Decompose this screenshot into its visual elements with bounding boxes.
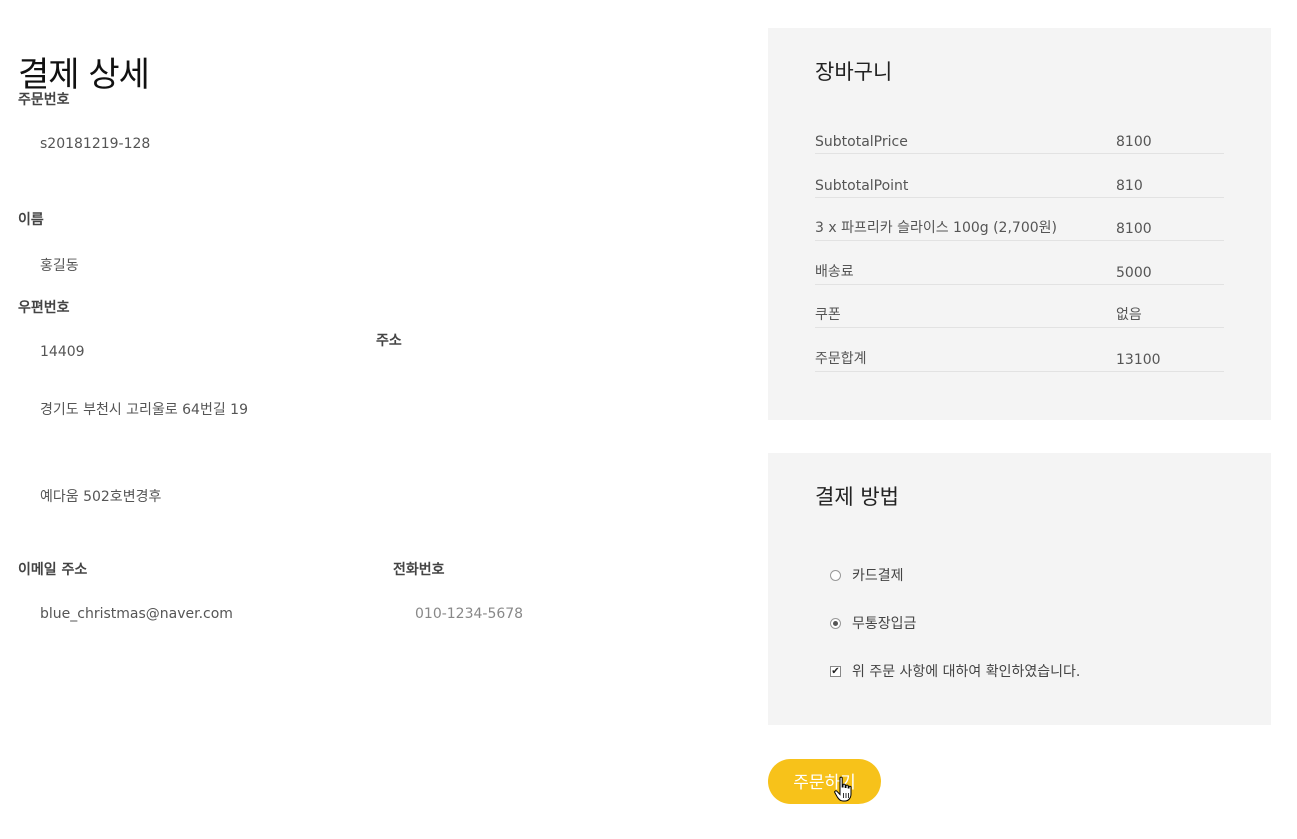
phone-value: 010-1234-5678 <box>415 606 524 622</box>
confirm-checkbox-row[interactable]: ✔ 위 주문 사항에 대하여 확인하였습니다. <box>830 661 1080 681</box>
cart-row-value: 8100 <box>1116 221 1152 237</box>
email-value: blue_christmas@naver.com <box>40 606 233 622</box>
confirm-label: 위 주문 사항에 대하여 확인하였습니다. <box>852 664 1081 680</box>
cart-row-value: 없음 <box>1116 307 1142 323</box>
zip-value: 14409 <box>40 344 85 360</box>
cart-row-value: 5000 <box>1116 265 1152 281</box>
checkbox-checked-icon[interactable]: ✔ <box>830 665 841 677</box>
cart-row: SubtotalPrice 8100 <box>815 111 1224 154</box>
cart-row-value: 810 <box>1116 178 1143 194</box>
order-number-label: 주문번호 <box>18 92 70 108</box>
cart-title: 장바구니 <box>815 60 893 84</box>
cart-row-label: SubtotalPoint <box>815 178 909 194</box>
address-line2: 예다움 502호변경후 <box>40 489 162 505</box>
cart-row-label: 주문합계 <box>815 351 867 367</box>
cart-row-label: SubtotalPrice <box>815 134 908 150</box>
cart-row-label: 배송료 <box>815 264 854 280</box>
cart-row: 3 x 파프리카 슬라이스 100g (2,700원) 8100 <box>815 198 1224 241</box>
phone-label: 전화번호 <box>393 562 445 578</box>
radio-selected-icon[interactable] <box>830 617 841 629</box>
payment-title: 결제 방법 <box>815 485 899 509</box>
radio-icon[interactable] <box>830 569 841 581</box>
cart-row-value: 8100 <box>1116 134 1152 150</box>
name-label: 이름 <box>18 212 44 228</box>
order-number-value: s20181219-128 <box>40 136 151 152</box>
cart-row: 쿠폰 없음 <box>815 285 1224 328</box>
order-button[interactable]: 주문하기 <box>768 759 881 804</box>
zip-label: 우편번호 <box>18 300 70 316</box>
cart-row-value: 13100 <box>1116 352 1161 368</box>
payment-panel: 결제 방법 카드결제 무통장입금 ✔ 위 주문 사항에 대하여 확인하였습니다. <box>768 453 1271 725</box>
cart-row: SubtotalPoint 810 <box>815 155 1224 198</box>
payment-option-card[interactable]: 카드결제 <box>830 565 904 585</box>
cart-row: 배송료 5000 <box>815 242 1224 285</box>
payment-option-bank-transfer[interactable]: 무통장입금 <box>830 613 916 633</box>
address-line1: 경기도 부천시 고리울로 64번길 19 <box>40 402 248 418</box>
name-value: 홍길동 <box>40 258 79 274</box>
cart-row-label: 쿠폰 <box>815 307 841 323</box>
payment-option-label: 카드결제 <box>852 568 904 584</box>
cart-row: 주문합계 13100 <box>815 329 1224 372</box>
cart-panel: 장바구니 SubtotalPrice 8100 SubtotalPoint 81… <box>768 28 1271 420</box>
cart-row-label: 3 x 파프리카 슬라이스 100g (2,700원) <box>815 220 1057 236</box>
address-label: 주소 <box>376 333 402 349</box>
hand-cursor-icon <box>834 776 852 802</box>
email-label: 이메일 주소 <box>18 562 88 578</box>
payment-option-label: 무통장입금 <box>852 616 917 632</box>
